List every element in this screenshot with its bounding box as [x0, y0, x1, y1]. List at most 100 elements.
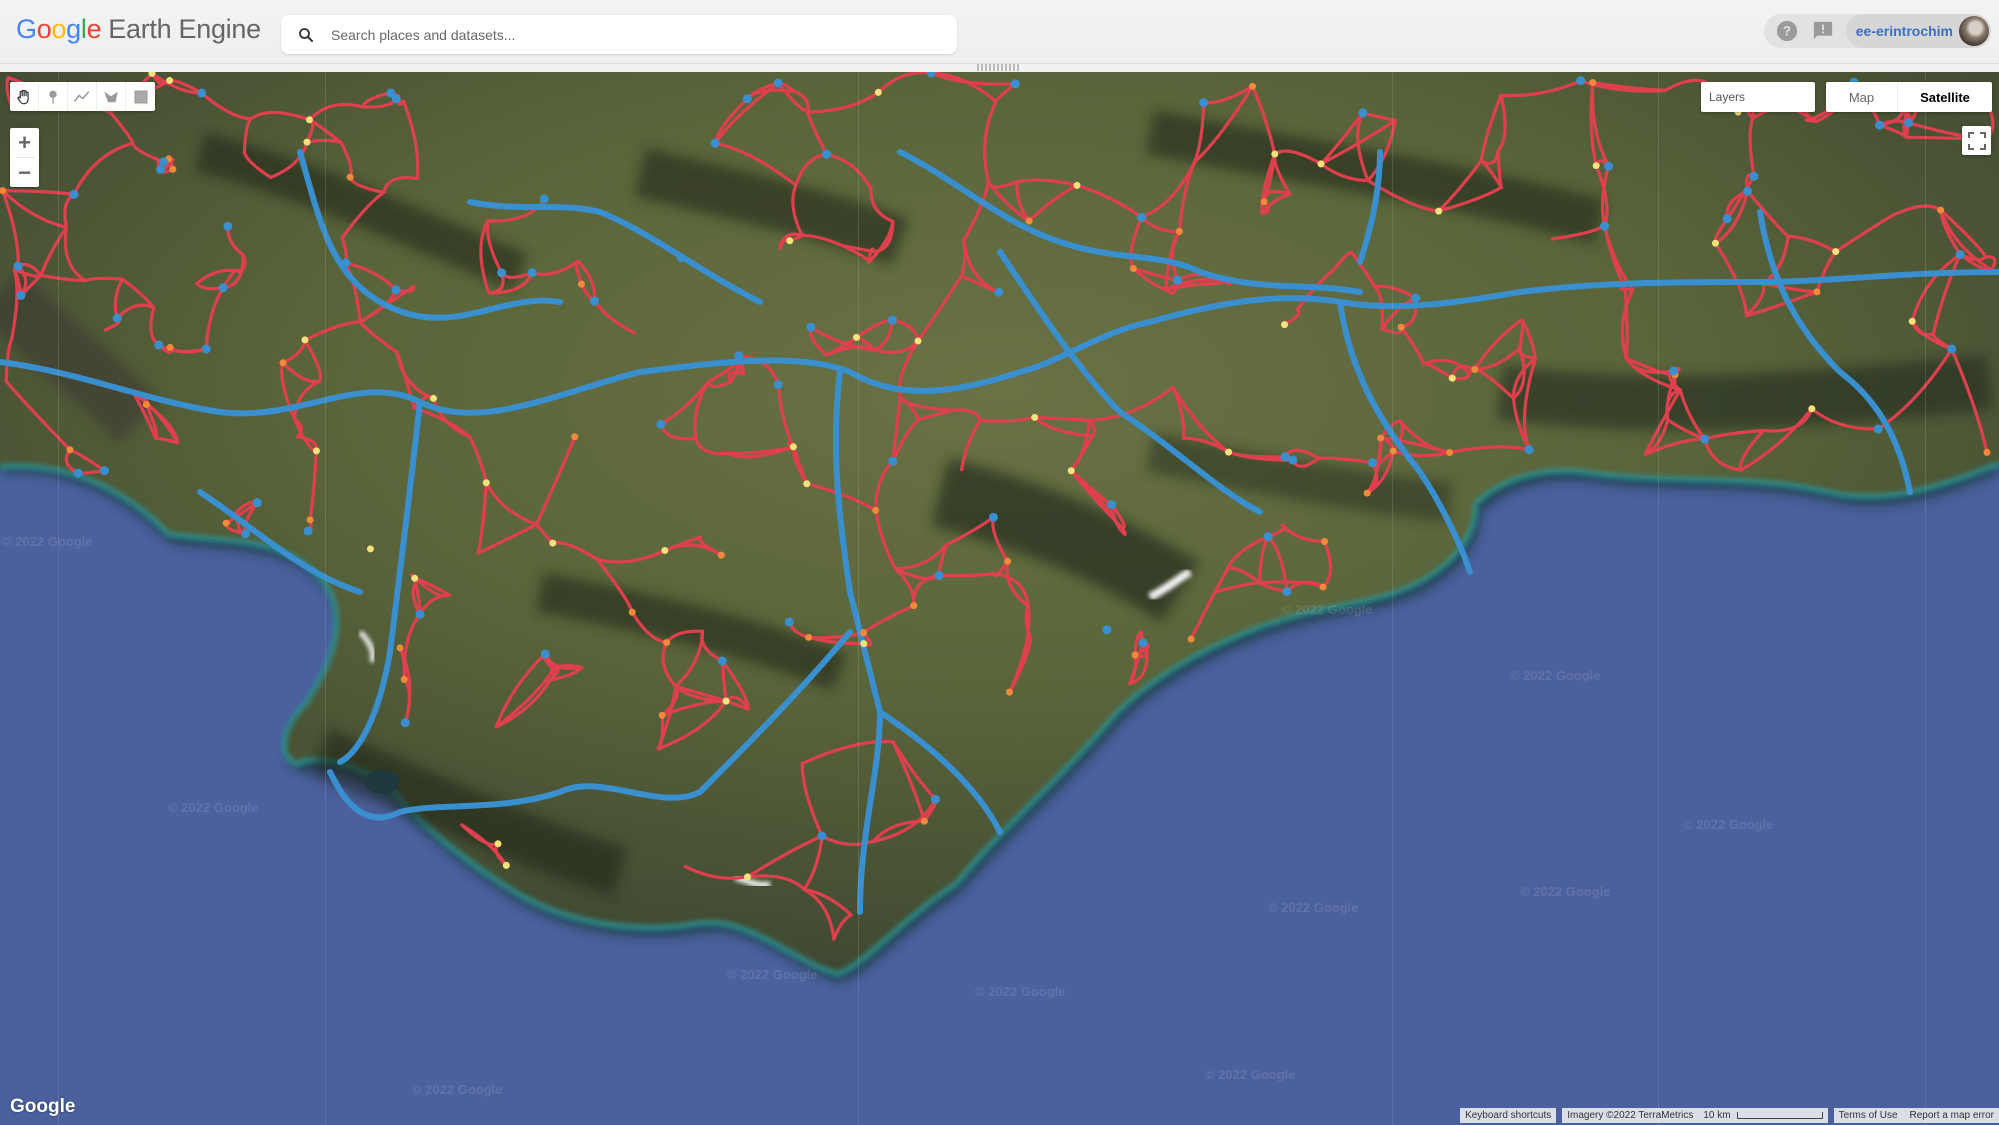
intersection-highlight	[301, 336, 309, 344]
intersection-highlight	[1175, 227, 1183, 235]
marker-icon	[49, 90, 57, 104]
junction-marker	[415, 609, 425, 619]
pan-tool-button[interactable]	[10, 82, 39, 111]
junction-marker	[988, 512, 998, 522]
intersection-highlight	[914, 337, 922, 345]
junction-marker	[1137, 212, 1147, 222]
polygon-tool-button[interactable]	[97, 82, 126, 111]
search-box[interactable]	[281, 15, 957, 54]
junction-marker	[717, 656, 727, 666]
junction-marker	[784, 617, 794, 627]
junction-marker	[1282, 587, 1292, 597]
intersection-highlight	[1937, 206, 1945, 214]
intersection-highlight	[1446, 448, 1454, 456]
line-tool-button[interactable]	[68, 82, 97, 111]
map-canvas[interactable]: © 2022 Google © 2022 Google © 2022 Googl…	[0, 72, 1999, 1125]
junction-marker	[930, 794, 940, 804]
avatar	[1959, 16, 1989, 46]
junction-marker	[734, 351, 744, 361]
user-account-button[interactable]: ee-erintrochim	[1845, 14, 1991, 48]
intersection-highlight	[411, 574, 419, 582]
junction-marker	[773, 380, 783, 390]
map-type-satellite-button[interactable]: Satellite	[1898, 82, 1992, 112]
marker-tool-button[interactable]	[39, 82, 68, 111]
intersection-highlight	[1317, 160, 1325, 168]
junction-marker	[1604, 161, 1614, 171]
satellite-imagery	[0, 72, 1999, 1125]
junction-marker	[218, 283, 228, 293]
intersection-highlight	[786, 237, 794, 245]
fullscreen-button[interactable]	[1962, 126, 1991, 155]
google-map-logo[interactable]: Google	[10, 1096, 75, 1118]
intersection-highlight	[429, 394, 437, 402]
intersection-highlight	[1813, 288, 1821, 296]
intersection-highlight	[661, 546, 669, 554]
feedback-button[interactable]	[1810, 18, 1836, 44]
junction-marker	[223, 221, 233, 231]
tile-seam	[858, 72, 859, 1125]
intersection-highlight	[1225, 448, 1233, 456]
app-header: Google Earth Engine ? ee-erintrochim	[0, 0, 1999, 64]
fullscreen-icon	[1967, 131, 1986, 150]
junction-marker	[1138, 638, 1148, 648]
intersection-highlight	[1471, 365, 1479, 373]
intersection-highlight	[910, 602, 918, 610]
intersection-highlight	[920, 817, 928, 825]
earth-engine-logo[interactable]: Google Earth Engine	[16, 14, 261, 50]
junction-marker	[1700, 434, 1710, 444]
layers-button[interactable]: Layers	[1701, 82, 1815, 112]
user-name: ee-erintrochim	[1855, 23, 1953, 39]
google-wordmark: Google	[16, 14, 102, 45]
zoom-in-button[interactable]: +	[10, 128, 39, 157]
intersection-highlight	[1073, 181, 1081, 189]
intersection-highlight	[1271, 150, 1279, 158]
junction-marker	[1722, 214, 1732, 224]
intersection-highlight	[166, 77, 174, 85]
junction-marker	[934, 570, 944, 580]
tile-seam	[58, 72, 59, 1125]
intersection-highlight	[744, 873, 752, 881]
zoom-out-button[interactable]: −	[10, 158, 39, 187]
intersection-highlight	[717, 551, 725, 559]
intersection-highlight	[805, 633, 813, 641]
rectangle-tool-button[interactable]	[126, 82, 155, 111]
intersection-highlight	[1983, 448, 1991, 456]
junction-marker	[539, 194, 549, 204]
intersection-highlight	[1592, 162, 1600, 170]
map-type-map-button[interactable]: Map	[1826, 82, 1898, 112]
terms-of-use-link[interactable]: Terms of Use	[1839, 1110, 1898, 1121]
intersection-highlight	[1832, 248, 1840, 256]
wordmark-letter: o	[51, 14, 67, 44]
junction-marker	[540, 649, 550, 659]
search-input[interactable]	[331, 26, 931, 43]
intersection-highlight	[482, 479, 490, 487]
help-button[interactable]: ?	[1774, 18, 1800, 44]
intersection-highlight	[279, 359, 287, 367]
junction-marker	[73, 468, 83, 478]
junction-marker	[1600, 221, 1610, 231]
junction-marker	[1102, 625, 1112, 635]
intersection-highlight	[1025, 217, 1033, 225]
wordmark-letter: G	[16, 14, 37, 44]
junction-marker	[710, 138, 720, 148]
intersection-highlight	[1397, 323, 1405, 331]
keyboard-shortcuts-link[interactable]: Keyboard shortcuts	[1460, 1108, 1557, 1123]
junction-marker	[806, 322, 816, 332]
report-map-error-link[interactable]: Report a map error	[1910, 1110, 1994, 1121]
intersection-highlight	[789, 443, 797, 451]
intersection-highlight	[1131, 651, 1139, 659]
junction-marker	[159, 157, 169, 167]
junction-marker	[1749, 171, 1759, 181]
junction-marker	[69, 189, 79, 199]
intersection-highlight	[1808, 405, 1816, 413]
junction-marker	[1107, 500, 1117, 510]
search-icon	[299, 27, 313, 42]
intersection-highlight	[346, 173, 354, 181]
panel-resize-handle[interactable]	[977, 64, 1021, 71]
scale-label[interactable]: 10 km	[1703, 1110, 1730, 1121]
intersection-highlight	[859, 629, 867, 637]
junction-marker	[241, 529, 251, 539]
junction-marker	[13, 261, 23, 271]
junction-marker	[112, 313, 122, 323]
junction-marker	[1873, 424, 1883, 434]
